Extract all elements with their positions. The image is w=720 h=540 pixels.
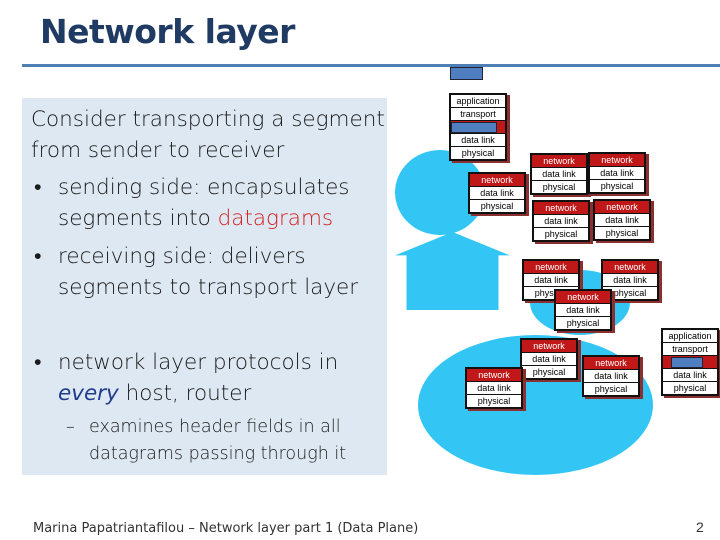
network-layer: network (590, 154, 644, 166)
datagram-icon (450, 67, 483, 80)
title-divider (22, 64, 720, 67)
physical-layer: physical (534, 227, 588, 240)
bullet3-line-b: every host, router (58, 378, 251, 409)
home-network-icon (395, 232, 510, 310)
router-protocol-stack: network data link physical (530, 153, 588, 195)
datalink-layer: data link (595, 213, 649, 226)
datalink-layer: data link (590, 166, 644, 179)
physical-layer: physical (556, 316, 610, 329)
datalink-layer: data link (470, 186, 524, 199)
datalink-layer: data link (534, 214, 588, 227)
datagrams-highlight: datagrams (217, 206, 334, 231)
bullet2-line-b: segments to transport layer (58, 275, 359, 300)
every-highlight: every (58, 381, 119, 406)
router-protocol-stack: network data link physical (532, 200, 590, 242)
slide-title: Network layer (40, 12, 295, 51)
application-layer: application (668, 331, 712, 341)
physical-layer: physical (470, 199, 524, 212)
network-layer: network (467, 369, 521, 381)
network-layer: network (532, 155, 586, 167)
physical-layer: physical (663, 381, 717, 394)
intro-line-1: Consider transporting a segment (31, 107, 385, 132)
datalink-layer: data link (524, 273, 578, 286)
datalink-layer: data link (532, 167, 586, 180)
physical-layer: physical (590, 179, 644, 192)
datalink-layer: data link (451, 133, 505, 146)
network-layer: network (556, 291, 610, 303)
physical-layer: physical (532, 180, 586, 193)
transport-layer: transport (663, 342, 717, 355)
router-protocol-stack: network data link physical (588, 152, 646, 194)
datagram-icon (671, 357, 703, 368)
text: segments into (58, 206, 218, 231)
network-layer-with-datagram (451, 120, 505, 133)
physical-layer: physical (595, 226, 649, 239)
datalink-layer: data link (556, 303, 610, 316)
bullet: • (34, 350, 42, 375)
datalink-layer: data link (467, 381, 521, 394)
bullet2-line-a: receiving side: delivers (58, 244, 306, 269)
text: host, router (118, 381, 252, 406)
router-protocol-stack: network data link physical (554, 289, 612, 331)
transport-layer: transport (451, 107, 505, 120)
footer: Marina Papatriantafilou – Network layer … (33, 521, 419, 536)
network-layer-with-datagram (663, 355, 717, 368)
router-protocol-stack: network data link physical (465, 367, 523, 409)
application-layer: application (456, 96, 500, 106)
bullet: • (34, 175, 42, 200)
router-protocol-stack: network data link physical (468, 172, 526, 214)
physical-layer: physical (451, 146, 505, 159)
physical-layer: physical (467, 394, 521, 407)
network-layer: network (584, 357, 638, 369)
page-number: 2 (696, 519, 704, 535)
dash: – (66, 417, 75, 437)
network-layer: network (522, 340, 576, 352)
bullet1-line-a: sending side: encapsulates (58, 175, 350, 200)
network-layer: network (595, 201, 649, 213)
bullet3-line-a: network layer protocols in (58, 350, 339, 375)
intro-line-2: from sender to receiver (31, 138, 285, 163)
bullet1-line-b: segments into datagrams (58, 203, 333, 234)
datagram-icon (451, 122, 497, 133)
datalink-layer: data link (584, 369, 638, 382)
router-protocol-stack: network data link physical (593, 199, 651, 241)
sender-host-protocol-stack: application transport data link physical (449, 93, 507, 161)
physical-layer: physical (584, 382, 638, 395)
datalink-layer: data link (522, 352, 576, 365)
network-layer: network (603, 261, 657, 273)
bullet: • (34, 244, 42, 269)
router-protocol-stack: network data link physical (520, 338, 578, 380)
datalink-layer: data link (663, 368, 717, 381)
datalink-layer: data link (603, 273, 657, 286)
receiver-host-protocol-stack: application transport data link physical (661, 328, 719, 396)
network-layer: network (470, 174, 524, 186)
sub-line-a: examines header fields in all (89, 417, 341, 437)
router-protocol-stack: network data link physical (582, 355, 640, 397)
sub-line-b: datagrams passing through it (89, 444, 347, 464)
physical-layer: physical (522, 365, 576, 378)
network-layer: network (524, 261, 578, 273)
network-layer: network (534, 202, 588, 214)
